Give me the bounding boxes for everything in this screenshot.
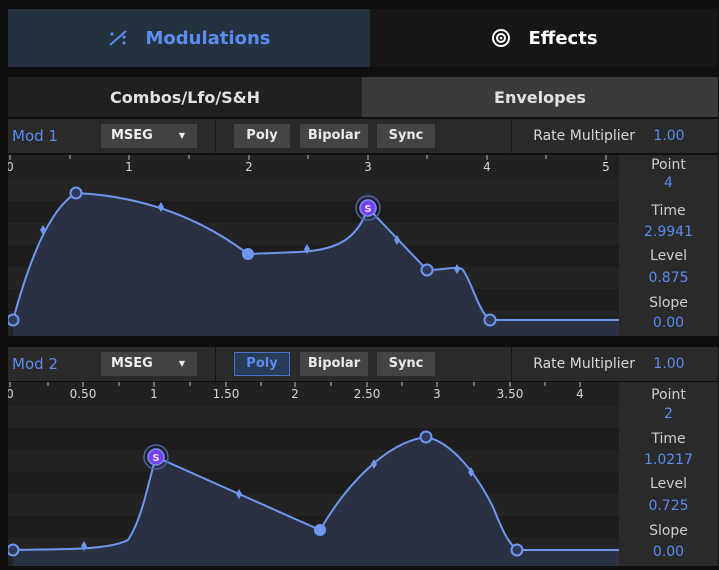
subtab-envelopes[interactable]: Envelopes (362, 77, 718, 117)
mod2-poly-button[interactable]: Poly (234, 352, 290, 376)
time-value[interactable]: 1.0217 (619, 452, 718, 468)
point-value[interactable]: 2 (619, 406, 718, 422)
mod1-sync-button[interactable]: Sync (377, 124, 435, 148)
level-label: Level (650, 476, 687, 492)
slope-value[interactable]: 0.00 (619, 544, 718, 560)
mod1-graph[interactable]: 0 1 2 3 4 5 S (8, 155, 619, 336)
tab-modulations-label: Modulations (145, 27, 271, 49)
level-value[interactable]: 0.725 (619, 498, 718, 514)
level-label: Level (650, 248, 687, 264)
main-tabs: Modulations Effects (8, 9, 718, 67)
sustain-label: S (364, 204, 371, 215)
mod2-name: Mod 2 (12, 355, 58, 373)
slope-value[interactable]: 0.00 (619, 315, 718, 331)
envelope-point[interactable] (420, 263, 434, 277)
mod1-name: Mod 1 (12, 127, 58, 145)
time-label: Time (651, 431, 686, 447)
sustain-label: S (152, 453, 159, 464)
mod2-type-value: MSEG (111, 356, 153, 371)
subtab-envelopes-label: Envelopes (494, 87, 586, 107)
envelope-point[interactable] (510, 543, 524, 557)
slope-label: Slope (649, 295, 688, 311)
mod2-type-dropdown[interactable]: MSEG ▼ (101, 352, 197, 376)
mod1-type-dropdown[interactable]: MSEG ▼ (101, 124, 197, 148)
envelope-point[interactable] (69, 186, 83, 200)
mod1-rate-value[interactable]: 1.00 (644, 119, 694, 153)
envelope-point[interactable] (8, 313, 20, 327)
mod2-header: Mod 2 MSEG ▼ Poly Bipolar Sync Rate Multi… (8, 347, 718, 381)
mod2-envelope[interactable]: S (8, 382, 619, 566)
modulation-icon (108, 30, 127, 46)
tab-effects[interactable]: Effects (370, 9, 718, 67)
divider (215, 347, 216, 381)
envelope-point[interactable] (8, 543, 20, 557)
mod2-point-panel: Point 2 Time 1.0217 Level 0.725 Slope 0.… (619, 382, 718, 566)
level-value[interactable]: 0.875 (619, 270, 718, 286)
mod1-poly-button[interactable]: Poly (234, 124, 290, 148)
mod2-rate-label: Rate Multiplier (533, 356, 635, 372)
point-label: Point (651, 387, 686, 403)
time-value[interactable]: 2.9941 (619, 224, 718, 240)
time-label: Time (651, 203, 686, 219)
mod1-point-panel: Point 4 Time 2.9941 Level 0.875 Slope 0.… (619, 155, 718, 336)
point-value[interactable]: 4 (619, 175, 718, 191)
mod2-graph[interactable]: 0 0.50 1 1.50 2 2.50 3 3.50 4 S (8, 382, 619, 566)
envelope-point[interactable] (419, 430, 433, 444)
sub-tabs: Combos/Lfo/S&H Envelopes (8, 77, 718, 117)
slope-label: Slope (649, 523, 688, 539)
tab-effects-label: Effects (528, 27, 598, 49)
mod1-bipolar-button[interactable]: Bipolar (300, 124, 368, 148)
point-label: Point (651, 157, 686, 173)
envelope-point[interactable] (314, 524, 326, 536)
envelope-point[interactable] (242, 248, 254, 260)
subtab-combos[interactable]: Combos/Lfo/S&H (8, 77, 362, 117)
dropdown-caret-icon: ▼ (178, 359, 185, 368)
mod1-header: Mod 1 MSEG ▼ Poly Bipolar Sync Rate Multi… (8, 119, 718, 153)
tab-modulations[interactable]: Modulations (8, 9, 370, 67)
dropdown-caret-icon: ▼ (178, 131, 185, 140)
mod2-rate-value[interactable]: 1.00 (644, 347, 694, 381)
mod1-envelope[interactable]: S (8, 155, 619, 336)
divider (215, 119, 216, 153)
mod2-sync-button[interactable]: Sync (377, 352, 435, 376)
envelope-point[interactable] (483, 313, 497, 327)
mod2-bipolar-button[interactable]: Bipolar (300, 352, 368, 376)
subtab-combos-label: Combos/Lfo/S&H (109, 87, 261, 107)
effects-icon (492, 29, 511, 47)
mod1-rate-label: Rate Multiplier (533, 128, 635, 144)
mod1-type-value: MSEG (111, 128, 153, 143)
